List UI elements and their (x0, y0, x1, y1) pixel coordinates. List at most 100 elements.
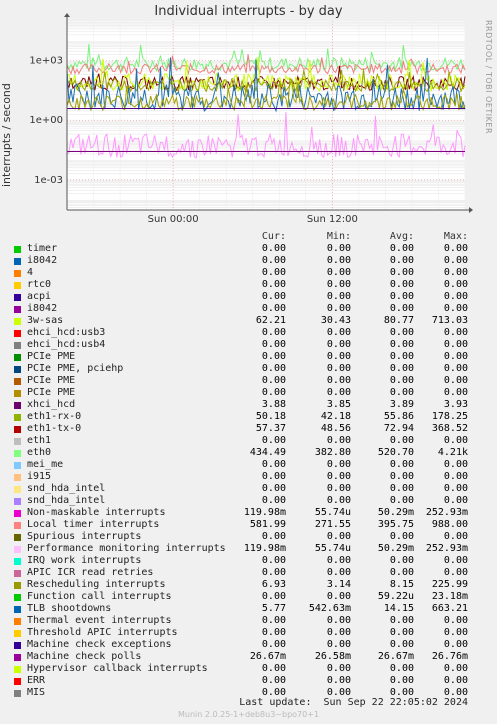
legend-max: 0.00 (443, 483, 468, 494)
legend-avg: 0.00 (389, 363, 414, 374)
legend-row: Machine check exceptions 0.00 0.00 0.00 0.00 (0, 639, 497, 651)
legend-row: acpi 0.00 0.00 0.00 0.00 (0, 291, 497, 303)
legend-avg: 0.00 (389, 303, 414, 314)
legend-avg: 0.00 (389, 327, 414, 338)
legend-avg: 8.15 (389, 579, 414, 590)
legend-cur: 0.00 (261, 363, 286, 374)
legend-name: i915 (27, 471, 52, 482)
legend-name: IRQ work interrupts (27, 555, 142, 566)
legend-cur: 0.00 (261, 615, 286, 626)
legend-avg: 26.67m (377, 651, 414, 662)
legend-name: Threshold APIC interrupts (27, 627, 178, 638)
legend-name: Thermal event interrupts (27, 615, 172, 626)
legend-row: i8042 0.00 0.00 0.00 0.00 (0, 303, 497, 315)
legend-swatch (14, 642, 21, 649)
legend-name: xhci_hcd (27, 399, 76, 410)
legend-swatch (14, 378, 21, 385)
legend-avg: 0.00 (389, 627, 414, 638)
legend-name: mei_me (27, 459, 64, 470)
legend-name: PCIe PME (27, 351, 76, 362)
legend-swatch (14, 438, 21, 445)
legend-cur: 0.00 (261, 675, 286, 686)
legend-swatch (14, 342, 21, 349)
legend-min: 0.00 (326, 555, 351, 566)
legend-min: 0.00 (326, 351, 351, 362)
legend-name: PCIe PME, pciehp (27, 363, 124, 374)
legend-cur: 0.00 (261, 531, 286, 542)
legend-max: 0.00 (443, 435, 468, 446)
legend-cur: 0.00 (261, 483, 286, 494)
legend-row: rtc0 0.00 0.00 0.00 0.00 (0, 279, 497, 291)
legend-row: Rescheduling interrupts 6.93 3.14 8.15 225.9… (0, 579, 497, 591)
legend-cur: 57.37 (255, 423, 286, 434)
legend-max: 0.00 (443, 255, 468, 266)
legend-avg: 0.00 (389, 291, 414, 302)
legend-cur: 3.88 (261, 399, 286, 410)
legend-swatch (14, 402, 21, 409)
legend-header: Cur: Min: Avg: Max: (0, 231, 497, 243)
y-axis-arrow (64, 13, 70, 17)
legend-min: 0.00 (326, 255, 351, 266)
legend-name: 4 (27, 267, 34, 278)
legend-name: Non-maskable interrupts (27, 507, 166, 518)
legend-min: 3.14 (326, 579, 351, 590)
x-tick-label: Sun 12:00 (307, 214, 358, 225)
legend-avg: 14.15 (383, 603, 414, 614)
legend-min: 542.63m (308, 603, 351, 614)
legend-cur: 0.00 (261, 555, 286, 566)
legend-avg: 50.29m (377, 543, 414, 554)
legend-name: snd_hda_intel (27, 483, 106, 494)
legend-min: 0.00 (326, 483, 351, 494)
chart-svg: 1e-03 1e+00 1e+03 Sun 00:00 Sun 12:00 (29, 13, 473, 225)
legend-name: Hypervisor callback interrupts (27, 663, 208, 674)
legend-swatch (14, 282, 21, 289)
legend-row: Non-maskable interrupts 119.98m 55.74u 50.2… (0, 507, 497, 519)
legend-swatch (14, 630, 21, 637)
legend-min: 0.00 (326, 675, 351, 686)
legend-min: 0.00 (326, 531, 351, 542)
legend-cur: 0.00 (261, 663, 286, 674)
legend-swatch (14, 582, 21, 589)
legend-max: 0.00 (443, 531, 468, 542)
legend-row: eth1-tx-0 57.37 48.56 72.94 368.52 (0, 423, 497, 435)
legend-swatch (14, 498, 21, 505)
legend-min: 0.00 (326, 303, 351, 314)
legend-row: eth1-rx-0 50.18 42.18 55.86 178.25 (0, 411, 497, 423)
legend-row: i915 0.00 0.00 0.00 0.00 (0, 471, 497, 483)
legend-min: 0.00 (326, 495, 351, 506)
legend-min: 0.00 (326, 279, 351, 290)
legend-avg: 80.77 (383, 315, 414, 326)
legend-max: 0.00 (443, 627, 468, 638)
legend-swatch (14, 390, 21, 397)
legend-avg: 0.00 (389, 387, 414, 398)
legend-avg: 395.75 (377, 519, 414, 530)
legend-swatch (14, 306, 21, 313)
legend-cur: 0.00 (261, 243, 286, 254)
legend-swatch (14, 690, 21, 697)
legend-row: PCIe PME 0.00 0.00 0.00 0.00 (0, 351, 497, 363)
legend-swatch (14, 666, 21, 673)
legend-row: ehci_hcd:usb4 0.00 0.00 0.00 0.00 (0, 339, 497, 351)
legend-swatch (14, 606, 21, 613)
legend-max: 0.00 (443, 555, 468, 566)
legend-min: 0.00 (326, 267, 351, 278)
legend-avg: 0.00 (389, 459, 414, 470)
legend-name: snd_hda_intel (27, 495, 106, 506)
legend-name: acpi (27, 291, 52, 302)
legend-cur: 0.00 (261, 591, 286, 602)
legend-cur: 0.00 (261, 327, 286, 338)
legend-avg: 3.89 (389, 399, 414, 410)
legend-avg: 0.00 (389, 279, 414, 290)
legend-max: 0.00 (443, 375, 468, 386)
legend-swatch (14, 330, 21, 337)
legend-avg: 0.00 (389, 243, 414, 254)
legend-row: Thermal event interrupts 0.00 0.00 0.00 0.00 (0, 615, 497, 627)
col-cur: Cur: (261, 231, 286, 242)
legend-max: 0.00 (443, 663, 468, 674)
legend-name: eth1-tx-0 (27, 423, 82, 434)
legend-avg: 55.86 (383, 411, 414, 422)
legend-row: Performance monitoring interrupts 119.98m… (0, 543, 497, 555)
legend-name: Local timer interrupts (27, 519, 160, 530)
legend-row: Threshold APIC interrupts 0.00 0.00 0.00 0.0… (0, 627, 497, 639)
legend-swatch (14, 618, 21, 625)
